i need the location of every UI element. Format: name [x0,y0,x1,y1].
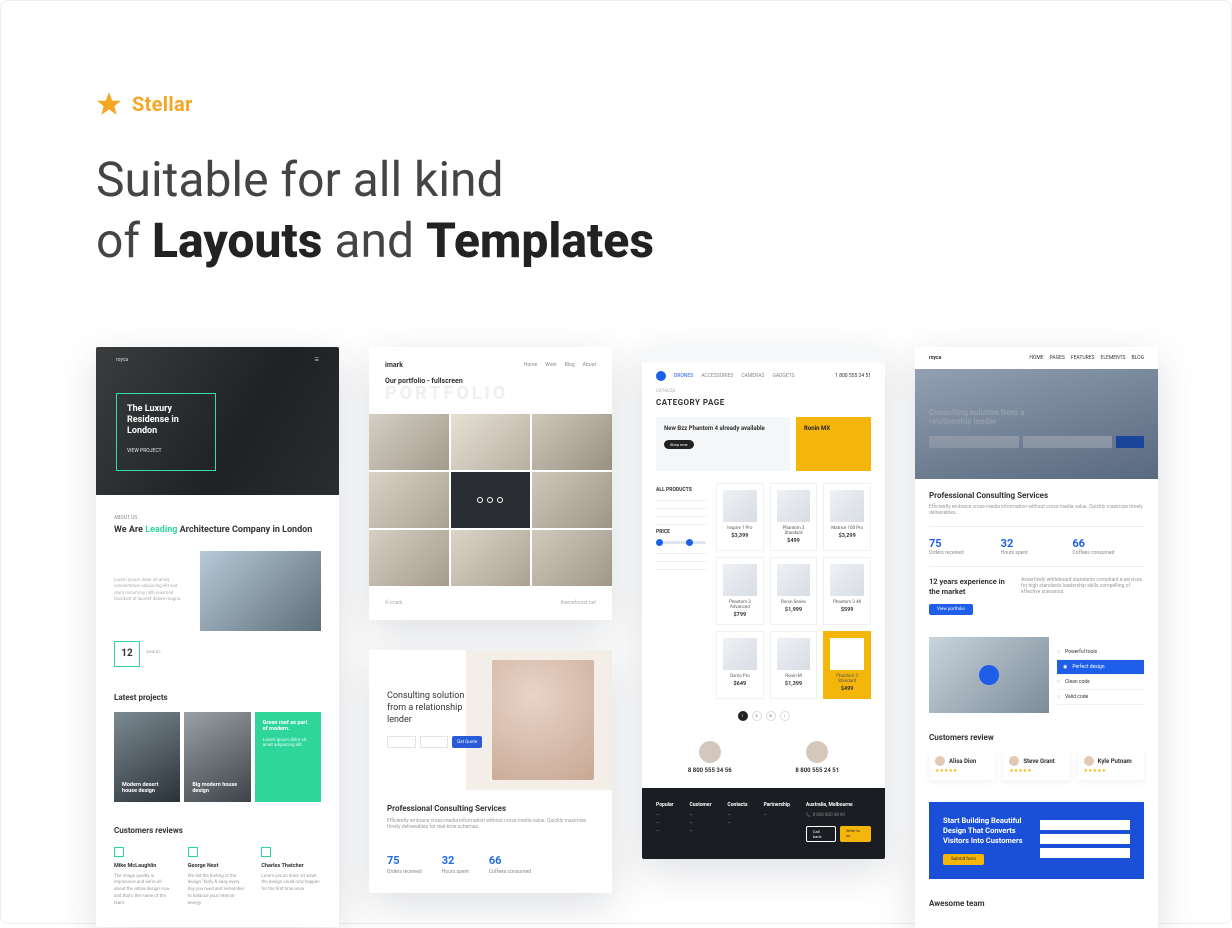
avatar [699,741,721,763]
template-business[interactable]: royca HOMEPAGESFEATURESELEMENTSBLOG Cons… [915,347,1158,928]
review-card: Kyle Putnam★★★★★ [1078,750,1144,780]
avatar [806,741,828,763]
footer: Popular——— Customer——— Contacts—— Partne… [642,788,885,859]
brand-row: Stellar [96,91,1136,117]
form-input[interactable] [1040,848,1130,858]
product-card[interactable]: Inspire 1 Pro$3,399 [716,483,764,551]
nav-item[interactable]: CAMERAS [741,373,764,379]
hero-title: The Luxury Residense in London [127,404,205,438]
portfolio-item[interactable] [532,472,612,528]
cta-button[interactable]: Submit form [943,854,984,865]
view-project-button[interactable]: VIEW PROJECT [127,448,205,454]
video-thumb[interactable] [929,637,1049,713]
product-card[interactable]: Matrice 100 Pro$3,299 [823,483,871,551]
product-card[interactable]: Phantom 3 Standard$499 [770,483,818,551]
form-input[interactable] [1040,834,1130,844]
project-card[interactable]: Big modern house design [184,712,250,802]
search-input[interactable] [1023,436,1113,448]
review-card: Alisa Dion★★★★★ [929,750,995,780]
review-card: Steve Grant★★★★★ [1003,750,1069,780]
nav-item[interactable]: GADGETS [772,373,794,379]
feature-item[interactable]: ◌Powerful tools [1057,645,1144,660]
feature-item[interactable]: ◌Valid code [1057,690,1144,705]
write-button[interactable]: Write to us [840,826,871,842]
filters-sidebar: ALL PRODUCTS PRICE [656,483,706,699]
portfolio-item[interactable] [451,414,531,470]
portfolio-item[interactable] [369,530,449,586]
project-card[interactable]: Green roof as part of modern.Lorem ipsum… [255,712,321,802]
hero-image [492,660,594,780]
awards-count: 12 [114,641,140,667]
pagination[interactable]: 123› [642,699,885,733]
templates-grid: royca☰ The Luxury Residense in London VI… [96,347,1136,928]
play-icon [979,665,999,685]
product-card[interactable]: Phantom 3 Advanced$799 [716,557,764,625]
nav-item[interactable]: DRONES [674,373,693,379]
page-title: CATEGORY PAGE [642,398,885,417]
product-card[interactable]: Ronin Series$1,999 [770,557,818,625]
search-input[interactable] [929,436,1019,448]
portfolio-item[interactable] [532,530,612,586]
template-portfolio[interactable]: imark HomeWorkBlogAbout Our portfolio - … [369,347,612,620]
portfolio-item[interactable] [369,472,449,528]
cta-banner: Start Building Beautiful Design That Con… [929,802,1144,878]
portfolio-item[interactable] [369,414,449,470]
nav-item[interactable]: ACCESSORIES [701,373,733,379]
promo-banner[interactable]: New Bzz Phantom 4 already available Shop… [656,417,790,471]
portfolio-item[interactable] [451,472,531,528]
view-portfolio-button[interactable]: View portfolio [929,604,973,615]
callback-button[interactable]: Call back [806,826,836,842]
product-card-featured[interactable]: Phantom 3 Standard$499 [823,631,871,699]
page-headline: Suitable for all kind of Layouts and Tem… [96,149,1136,272]
form-input[interactable] [1040,820,1130,830]
template-consulting-hero[interactable]: Consulting solution from a relationship … [369,650,612,893]
portfolio-item[interactable] [532,414,612,470]
project-card[interactable]: Modern desert house design [114,712,180,802]
template-ecommerce[interactable]: DRONES ACCESSORIES CAMERAS GADGETS 1 800… [642,347,885,859]
product-card[interactable]: Ronin-M$1,399 [770,631,818,699]
submit-button[interactable] [1116,436,1144,448]
search-input[interactable] [387,736,416,748]
feature-item[interactable]: ◉Perfect design [1057,660,1144,675]
product-card[interactable]: Phantom 3 4K$599 [823,557,871,625]
brand-name: Stellar [132,92,193,116]
feature-item[interactable]: ◌Clean code [1057,675,1144,690]
price-slider[interactable] [656,541,706,544]
search-input[interactable] [420,736,449,748]
logo-icon [656,371,666,381]
promo-banner[interactable]: Ronin MX [796,417,871,471]
get-quote-button[interactable]: Get Quote [452,736,482,748]
product-card[interactable]: Osmo Pro$649 [716,631,764,699]
star-icon [96,91,122,117]
portfolio-grid [369,414,612,586]
about-image [200,551,321,631]
portfolio-item[interactable] [451,530,531,586]
template-architecture[interactable]: royca☰ The Luxury Residense in London VI… [96,347,339,927]
